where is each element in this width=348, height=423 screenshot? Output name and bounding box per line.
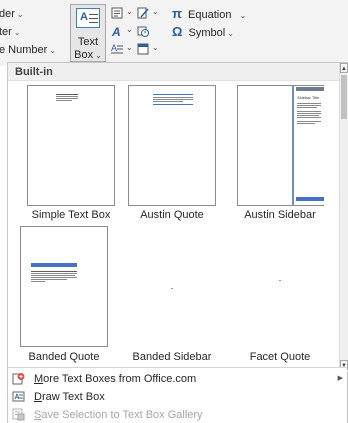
text-box-label-line2: Box bbox=[74, 49, 94, 61]
tile-caption: Banded Sidebar bbox=[132, 351, 212, 363]
object-icon[interactable] bbox=[137, 43, 149, 55]
text-box-gallery: Built-in ▲ ▼ Simple Text Box Austin Quot… bbox=[7, 62, 348, 423]
tile-banded-quote[interactable] bbox=[20, 226, 108, 347]
symbol-button[interactable]: Ω Symbol ⌄ bbox=[172, 24, 234, 39]
section-header: Built-in bbox=[8, 63, 339, 81]
insert-ribbon: der ⌄ ter ⌄ e Number ⌄ A Text Box ⌄ ⌄ A ⌄ A … bbox=[0, 0, 348, 66]
tile-banded-sidebar[interactable] bbox=[128, 226, 216, 347]
header-dropdown[interactable]: der ⌄ bbox=[0, 8, 24, 20]
svg-text:A: A bbox=[15, 394, 20, 401]
tile-austin-sidebar[interactable]: Sidebar Title bbox=[237, 85, 325, 206]
textbox-icon: A bbox=[76, 8, 100, 28]
chevron-down-icon: ⌄ bbox=[16, 10, 24, 19]
tile-caption: Simple Text Box bbox=[31, 209, 111, 221]
gallery-scrollbar[interactable]: ▲ ▼ bbox=[339, 63, 348, 372]
chevron-right-icon: ▶ bbox=[337, 375, 343, 382]
text-box-label-line1: Text bbox=[77, 36, 99, 48]
svg-text:A: A bbox=[111, 25, 121, 37]
scroll-up-icon[interactable]: ▲ bbox=[340, 63, 348, 73]
chevron-down-icon: ⌄ bbox=[49, 46, 56, 55]
tile-austin-quote[interactable] bbox=[128, 85, 216, 206]
chevron-down-icon[interactable]: ⌄ bbox=[152, 43, 159, 52]
tile-caption: Banded Quote bbox=[28, 351, 100, 363]
menu-item-more-text-boxes[interactable]: More Text Boxes from Office.com ▶ bbox=[8, 370, 347, 388]
date-time-icon[interactable] bbox=[137, 25, 149, 37]
chevron-down-icon[interactable]: ⌄ bbox=[152, 7, 159, 16]
chevron-down-icon[interactable]: ⌄ bbox=[126, 43, 133, 52]
gallery-menu: More Text Boxes from Office.com ▶ A Draw… bbox=[8, 367, 347, 423]
save-selection-icon bbox=[12, 408, 25, 421]
chevron-down-icon[interactable]: ⌄ bbox=[126, 7, 133, 16]
equation-icon: π bbox=[172, 6, 182, 21]
svg-text:A: A bbox=[111, 43, 117, 53]
footer-dropdown[interactable]: ter ⌄ bbox=[0, 26, 21, 38]
quick-parts-icon[interactable] bbox=[111, 7, 123, 19]
wordart-icon[interactable]: A bbox=[111, 25, 123, 39]
chevron-down-icon: ⌄ bbox=[227, 29, 234, 38]
scroll-thumb[interactable] bbox=[341, 75, 347, 119]
menu-item-draw-text-box[interactable]: A Draw Text Box bbox=[8, 388, 347, 406]
menu-item-save-selection[interactable]: Save Selection to Text Box Gallery bbox=[8, 406, 347, 423]
chevron-down-icon: ⌄ bbox=[239, 11, 247, 20]
page-number-dropdown[interactable]: e Number ⌄ bbox=[0, 44, 56, 56]
chevron-down-icon: ⌄ bbox=[13, 28, 21, 37]
chevron-down-icon: ⌄ bbox=[95, 51, 102, 60]
text-box-button[interactable]: A Text Box ⌄ bbox=[70, 4, 106, 62]
office-com-icon bbox=[12, 372, 25, 385]
chevron-down-icon[interactable]: ⌄ bbox=[126, 25, 133, 34]
tile-facet-quote[interactable] bbox=[237, 226, 325, 347]
dropcap-icon[interactable]: A bbox=[111, 43, 123, 55]
tile-caption: Austin Sidebar bbox=[244, 209, 316, 221]
tile-simple-text-box[interactable] bbox=[27, 85, 115, 206]
symbol-icon: Ω bbox=[172, 24, 183, 39]
equation-button[interactable]: π Equation ⌄ bbox=[172, 6, 246, 21]
tile-caption: Austin Quote bbox=[140, 209, 204, 221]
tile-caption: Facet Quote bbox=[249, 351, 311, 363]
draw-textbox-icon: A bbox=[12, 390, 25, 403]
signature-line-icon[interactable] bbox=[137, 7, 149, 19]
